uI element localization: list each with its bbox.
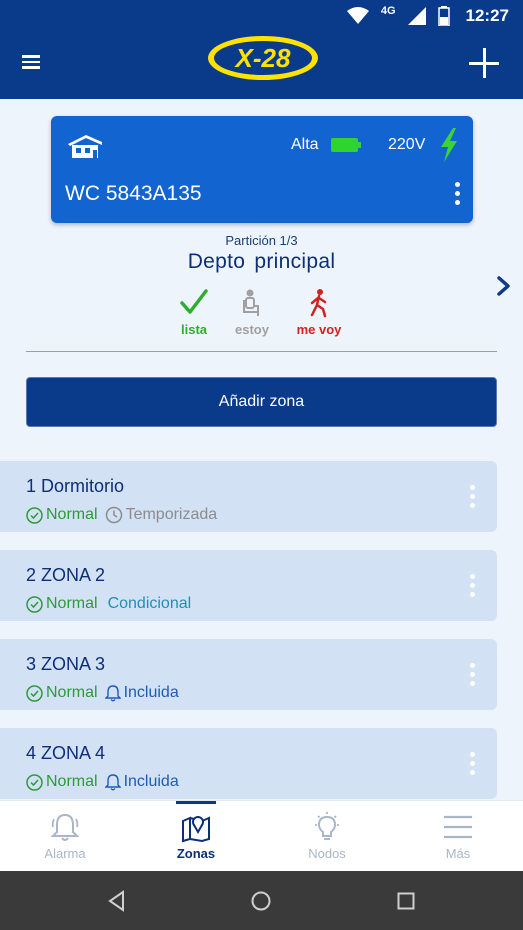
mode-mevoy-label: me voy: [296, 322, 342, 337]
zone-card[interactable]: 3 ZONA 3 Normal Incluida: [0, 639, 497, 710]
home-icon[interactable]: [249, 889, 273, 913]
zone-title: 1 Dormitorio: [26, 476, 125, 496]
nav-tab-mas[interactable]: Más: [393, 801, 523, 872]
mode-mevoy-button[interactable]: me voy: [289, 288, 349, 337]
bell-icon: [50, 813, 80, 841]
nav-tab-label: Más: [445, 846, 471, 861]
check-circle-icon: [26, 773, 43, 791]
battery-icon: [331, 138, 361, 152]
nav-tab-label: Alarma: [44, 846, 86, 861]
app-bar: 4G 12:27 X-28: [0, 0, 523, 99]
nav-tab-label: Nodos: [308, 846, 346, 861]
hamburger-menu-button[interactable]: [22, 52, 50, 76]
lightbulb-icon: [315, 812, 339, 840]
zone-status-text: Normal: [46, 773, 98, 790]
partition-name: Depto principal: [187, 250, 336, 273]
voltage-label: 220V: [388, 136, 426, 153]
bell-icon: [104, 685, 121, 702]
battery-level-label: Alta: [291, 136, 319, 153]
check-circle-icon: [26, 684, 43, 702]
map-pin-icon: [182, 816, 210, 843]
zone-tag: Incluida: [123, 773, 179, 790]
nav-tab-nodos[interactable]: Nodos: [262, 801, 392, 872]
zone-tag: Condicional: [107, 595, 192, 612]
chevron-right-icon[interactable]: [496, 276, 512, 296]
zone-title: 3 ZONA 3: [26, 654, 106, 674]
nav-tab-alarma[interactable]: Alarma: [0, 801, 130, 872]
device-more-button[interactable]: [451, 182, 463, 210]
nav-tab-zonas[interactable]: Zonas: [131, 801, 261, 872]
clock-icon: [105, 506, 122, 524]
zone-tag: Temporizada: [125, 506, 218, 523]
zone-card[interactable]: 2 ZONA 2 Normal Condicional: [0, 550, 497, 621]
wifi-icon: [346, 7, 369, 24]
partition-index: Partición 1/3: [225, 233, 298, 248]
zone-more-button[interactable]: [467, 574, 477, 598]
signal-icon: [407, 7, 426, 25]
device-card[interactable]: Alta 220V WC 5843A135: [51, 116, 473, 223]
walking-person-icon: [310, 289, 327, 318]
zone-title: 2 ZONA 2: [26, 565, 106, 585]
mode-lista-label: lista: [180, 322, 207, 337]
checkmark-icon: [180, 289, 208, 314]
zone-status-text: Normal: [46, 506, 98, 523]
bell-icon: [104, 774, 121, 791]
mode-estoy-label: estoy: [235, 322, 269, 337]
add-button[interactable]: [467, 46, 501, 80]
status-bar: 4G 12:27: [0, 0, 523, 32]
nav-tab-label: Zonas: [176, 846, 216, 861]
menu-icon: [444, 815, 472, 839]
svg-text:X-28: X-28: [234, 43, 291, 73]
lightning-bolt-icon: [441, 128, 457, 162]
divider: [26, 351, 497, 352]
system-navigation-bar: [0, 871, 523, 930]
zone-title: 4 ZONA 4: [26, 743, 106, 763]
recents-icon[interactable]: [394, 889, 418, 913]
device-name: WC 5843A135: [65, 182, 202, 205]
zone-more-button[interactable]: [467, 752, 477, 776]
zone-card[interactable]: 4 ZONA 4 Normal Incluida: [0, 728, 497, 799]
mode-lista-button[interactable]: lista: [164, 288, 224, 337]
zone-status-text: Normal: [46, 684, 98, 701]
bottom-navigation: Alarma Zonas Nodos Más: [0, 800, 523, 871]
check-circle-icon: [26, 506, 43, 524]
mode-estoy-button[interactable]: estoy: [222, 288, 282, 337]
zone-more-button[interactable]: [467, 485, 477, 509]
add-zone-button[interactable]: Añadir zona: [26, 377, 497, 427]
zone-tag: Incluida: [123, 684, 179, 701]
check-circle-icon: [26, 595, 43, 613]
seated-person-icon: [243, 289, 259, 316]
zone-card[interactable]: 1 Dormitorio Normal Temporizada: [0, 461, 497, 532]
back-icon[interactable]: [105, 889, 129, 913]
house-icon: [68, 135, 102, 158]
zone-status-text: Normal: [46, 595, 98, 612]
clock: 12:27: [465, 6, 509, 25]
zone-more-button[interactable]: [467, 663, 477, 687]
network-type: 4G: [380, 5, 396, 17]
battery-status-icon: [437, 6, 450, 26]
x28-logo: X-28: [208, 36, 318, 80]
